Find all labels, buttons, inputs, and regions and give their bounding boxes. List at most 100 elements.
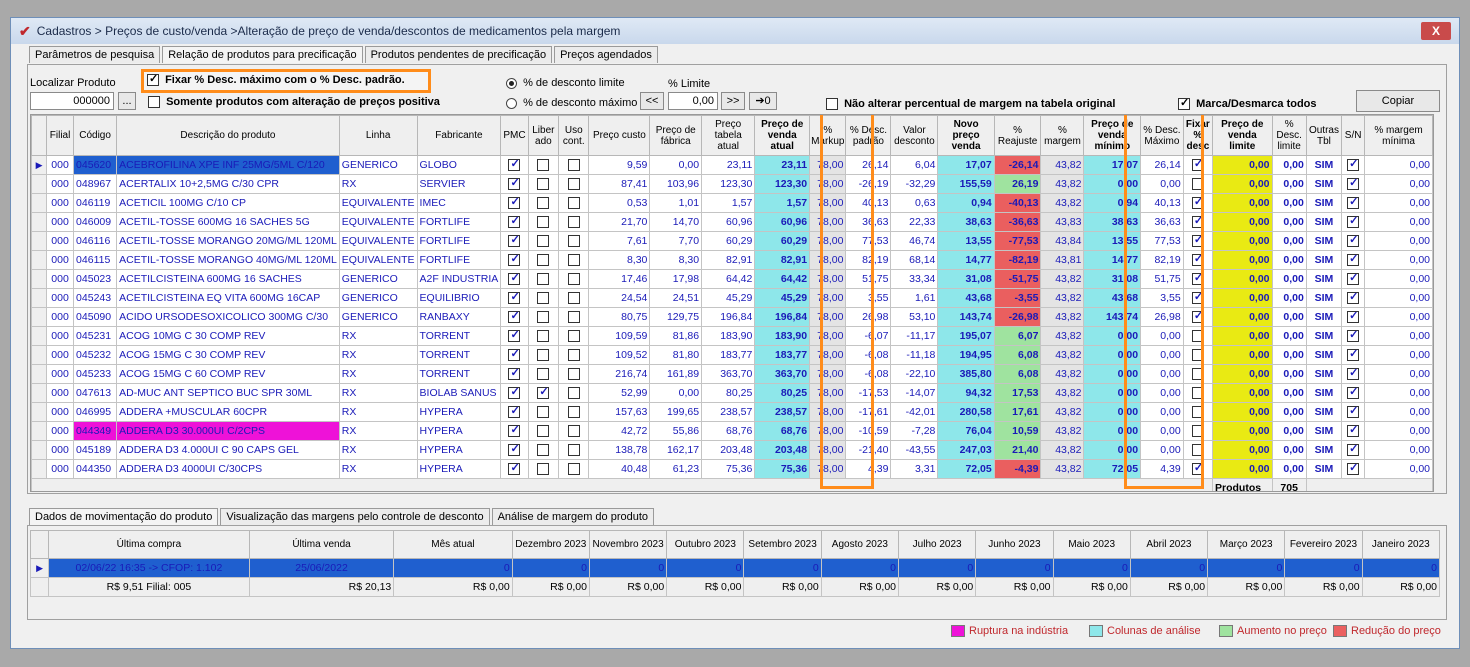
codigo-cell[interactable]: 045232	[73, 345, 118, 365]
linha-cell[interactable]: RX	[338, 440, 418, 460]
descricao-cell[interactable]: ACERTALIX 10+2,5MG C/30 CPR	[116, 174, 340, 194]
pmc-cell[interactable]	[500, 440, 529, 460]
reajuste-cell[interactable]: -4,39	[993, 459, 1042, 479]
linha-cell[interactable]: RX	[338, 421, 418, 441]
preco-tabela-cell[interactable]: 123,30	[701, 174, 756, 194]
descricao-cell[interactable]: ACOG 15MG C 30 COMP REV	[116, 345, 340, 365]
desc-maximo-cell[interactable]: 4,39	[1140, 459, 1184, 479]
preco-fabrica-cell[interactable]: 17,98	[649, 269, 703, 289]
linha-cell[interactable]: RX	[338, 459, 418, 479]
pmc-cell-checkbox[interactable]	[508, 347, 521, 362]
liberado-cell[interactable]	[527, 326, 560, 346]
preco-venda-atual-cell[interactable]: 363,70	[754, 364, 811, 384]
codigo-cell[interactable]: 045231	[73, 326, 118, 346]
preco-limite-cell[interactable]: 0,00	[1212, 383, 1273, 403]
preco-limite-cell[interactable]: 0,00	[1212, 402, 1273, 422]
somente-checkbox[interactable]	[148, 96, 160, 109]
fabricante-cell[interactable]: FORTLIFE	[416, 250, 502, 270]
fixar-desc-cell-checkbox[interactable]	[1191, 387, 1204, 400]
row-indicator[interactable]	[31, 402, 48, 422]
fabricante-cell[interactable]: TORRENT	[416, 326, 502, 346]
desc-padrao-cell[interactable]: -6,08	[845, 364, 892, 384]
liberado-cell[interactable]	[527, 383, 560, 403]
novo-preco-cell[interactable]: 155,59	[937, 174, 995, 194]
mov-col-header-11[interactable]: Abril 2023	[1129, 530, 1209, 559]
preco-tabela-cell[interactable]: 60,96	[701, 212, 756, 232]
liberado-cell[interactable]	[527, 364, 560, 384]
fixar-desc-cell-checkbox[interactable]	[1191, 368, 1204, 381]
descricao-cell[interactable]: ACETIL-TOSSE 600MG 16 SACHES 5G	[116, 212, 340, 232]
liberado-cell-checkbox[interactable]	[537, 254, 550, 267]
filial-cell[interactable]: 000	[46, 402, 75, 422]
uso-cont-cell[interactable]	[558, 288, 590, 308]
descricao-cell[interactable]: ACEBROFILINA XPE INF 25MG/5ML C/120	[116, 155, 340, 175]
codigo-cell[interactable]: 046119	[73, 193, 118, 213]
margem-cell[interactable]: 43,82	[1040, 345, 1085, 365]
preco-limite-cell[interactable]: 0,00	[1212, 193, 1273, 213]
reajuste-cell[interactable]: 17,61	[993, 402, 1042, 422]
filial-cell[interactable]: 000	[46, 250, 75, 270]
sn-cell-checkbox[interactable]	[1347, 214, 1360, 229]
mov-cell[interactable]: R$ 0,00	[666, 577, 745, 597]
uso-cont-cell[interactable]	[558, 231, 590, 251]
linha-cell[interactable]: EQUIVALENTE	[338, 231, 418, 251]
fabricante-cell[interactable]: HYPERA	[416, 402, 502, 422]
reajuste-cell[interactable]: 17,53	[993, 383, 1042, 403]
novo-preco-cell[interactable]: 38,63	[937, 212, 995, 232]
copiar-button[interactable]: Copiar	[1356, 90, 1440, 112]
markup-cell[interactable]: 78,00	[809, 459, 847, 479]
pmc-cell-checkbox[interactable]	[508, 157, 521, 172]
mov-cell[interactable]: 0	[975, 558, 1054, 578]
desc-maximo-cell[interactable]: 40,13	[1140, 193, 1184, 213]
margem-minima-cell[interactable]: 0,00	[1364, 402, 1433, 422]
margem-minima-cell[interactable]: 0,00	[1364, 155, 1433, 175]
uso-cont-cell-checkbox[interactable]	[567, 425, 580, 438]
preco-fabrica-cell[interactable]: 1,01	[649, 193, 703, 213]
margem-cell[interactable]: 43,82	[1040, 174, 1085, 194]
uso-cont-cell-checkbox[interactable]	[567, 349, 580, 362]
preco-tabela-cell[interactable]: 196,84	[701, 307, 756, 327]
fabricante-cell[interactable]: A2F INDUSTRIA	[416, 269, 502, 289]
fixar-desc-cell[interactable]	[1182, 269, 1214, 289]
reajuste-cell[interactable]: 6,08	[993, 345, 1042, 365]
codigo-cell[interactable]: 046116	[73, 231, 118, 251]
fabricante-cell[interactable]: TORRENT	[416, 364, 502, 384]
fabricante-cell[interactable]: BIOLAB SANUS	[416, 383, 502, 403]
desc-limite-cell[interactable]: 0,00	[1271, 326, 1307, 346]
margem-cell[interactable]: 43,84	[1040, 231, 1085, 251]
sn-cell-checkbox[interactable]	[1347, 290, 1360, 305]
uso-cont-cell[interactable]	[558, 440, 590, 460]
col-header-25[interactable]: % margem mínima	[1364, 115, 1433, 156]
sn-cell[interactable]	[1341, 345, 1366, 365]
desc-padrao-cell[interactable]: 77,53	[845, 231, 892, 251]
row-indicator[interactable]	[31, 174, 48, 194]
preco-limite-cell[interactable]: 0,00	[1212, 155, 1273, 175]
preco-custo-cell[interactable]: 9,59	[588, 155, 651, 175]
filial-cell[interactable]: 000	[46, 155, 75, 175]
mov-col-header-1[interactable]: Última venda	[248, 530, 395, 559]
tab-analise[interactable]: Análise de margem do produto	[491, 508, 655, 525]
uso-cont-cell[interactable]	[558, 307, 590, 327]
pmc-cell-checkbox[interactable]	[508, 423, 521, 438]
uso-cont-cell-checkbox[interactable]	[567, 387, 580, 400]
preco-limite-cell[interactable]: 0,00	[1212, 345, 1273, 365]
outras-tbl-cell[interactable]: SIM	[1305, 250, 1343, 270]
row-indicator[interactable]	[31, 231, 48, 251]
col-header-3[interactable]: Linha	[338, 115, 418, 156]
fixar-desc-cell-checkbox[interactable]	[1191, 271, 1204, 286]
col-header-7[interactable]: Uso cont.	[558, 115, 590, 156]
sn-cell-checkbox[interactable]	[1347, 252, 1360, 267]
preco-custo-cell[interactable]: 42,72	[588, 421, 651, 441]
desc-limite-cell[interactable]: 0,00	[1271, 440, 1307, 460]
col-header-5[interactable]: PMC	[500, 115, 529, 156]
sn-cell[interactable]	[1341, 193, 1366, 213]
margem-minima-cell[interactable]: 0,00	[1364, 459, 1433, 479]
mov-col-header-7[interactable]: Agosto 2023	[820, 530, 900, 559]
preco-limite-cell[interactable]: 0,00	[1212, 459, 1273, 479]
outras-tbl-cell[interactable]: SIM	[1305, 288, 1343, 308]
table-row[interactable]: 000 045243 ACETILCISTEINA EQ VITA 600MG 16…	[31, 288, 1433, 308]
mov-cell[interactable]: 0	[588, 558, 668, 578]
codigo-cell[interactable]: 045090	[73, 307, 118, 327]
preco-fabrica-cell[interactable]: 7,70	[649, 231, 703, 251]
margem-cell[interactable]: 43,82	[1040, 307, 1085, 327]
